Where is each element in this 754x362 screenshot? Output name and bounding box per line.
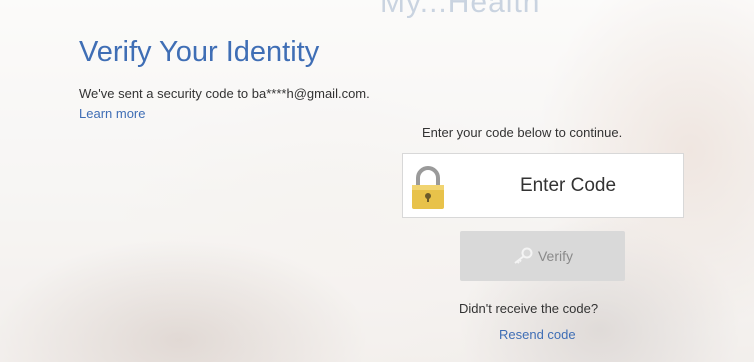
key-icon: [512, 247, 534, 265]
security-code-field[interactable]: [402, 153, 684, 218]
security-code-input[interactable]: [453, 154, 683, 217]
code-sent-message: We've sent a security code to ba****h@gm…: [79, 86, 370, 101]
page-title: Verify Your Identity: [79, 36, 320, 68]
resend-prompt: Didn't receive the code?: [459, 301, 599, 316]
lock-icon: [411, 164, 445, 210]
header-brand-partial: My...Health: [380, 0, 541, 19]
verify-button[interactable]: Verify: [460, 231, 625, 281]
enter-code-instruction: Enter your code below to continue.: [422, 125, 623, 140]
learn-more-link[interactable]: Learn more: [79, 106, 145, 121]
verify-button-label: Verify: [537, 248, 573, 264]
resend-code-link[interactable]: Resend code: [499, 327, 576, 342]
